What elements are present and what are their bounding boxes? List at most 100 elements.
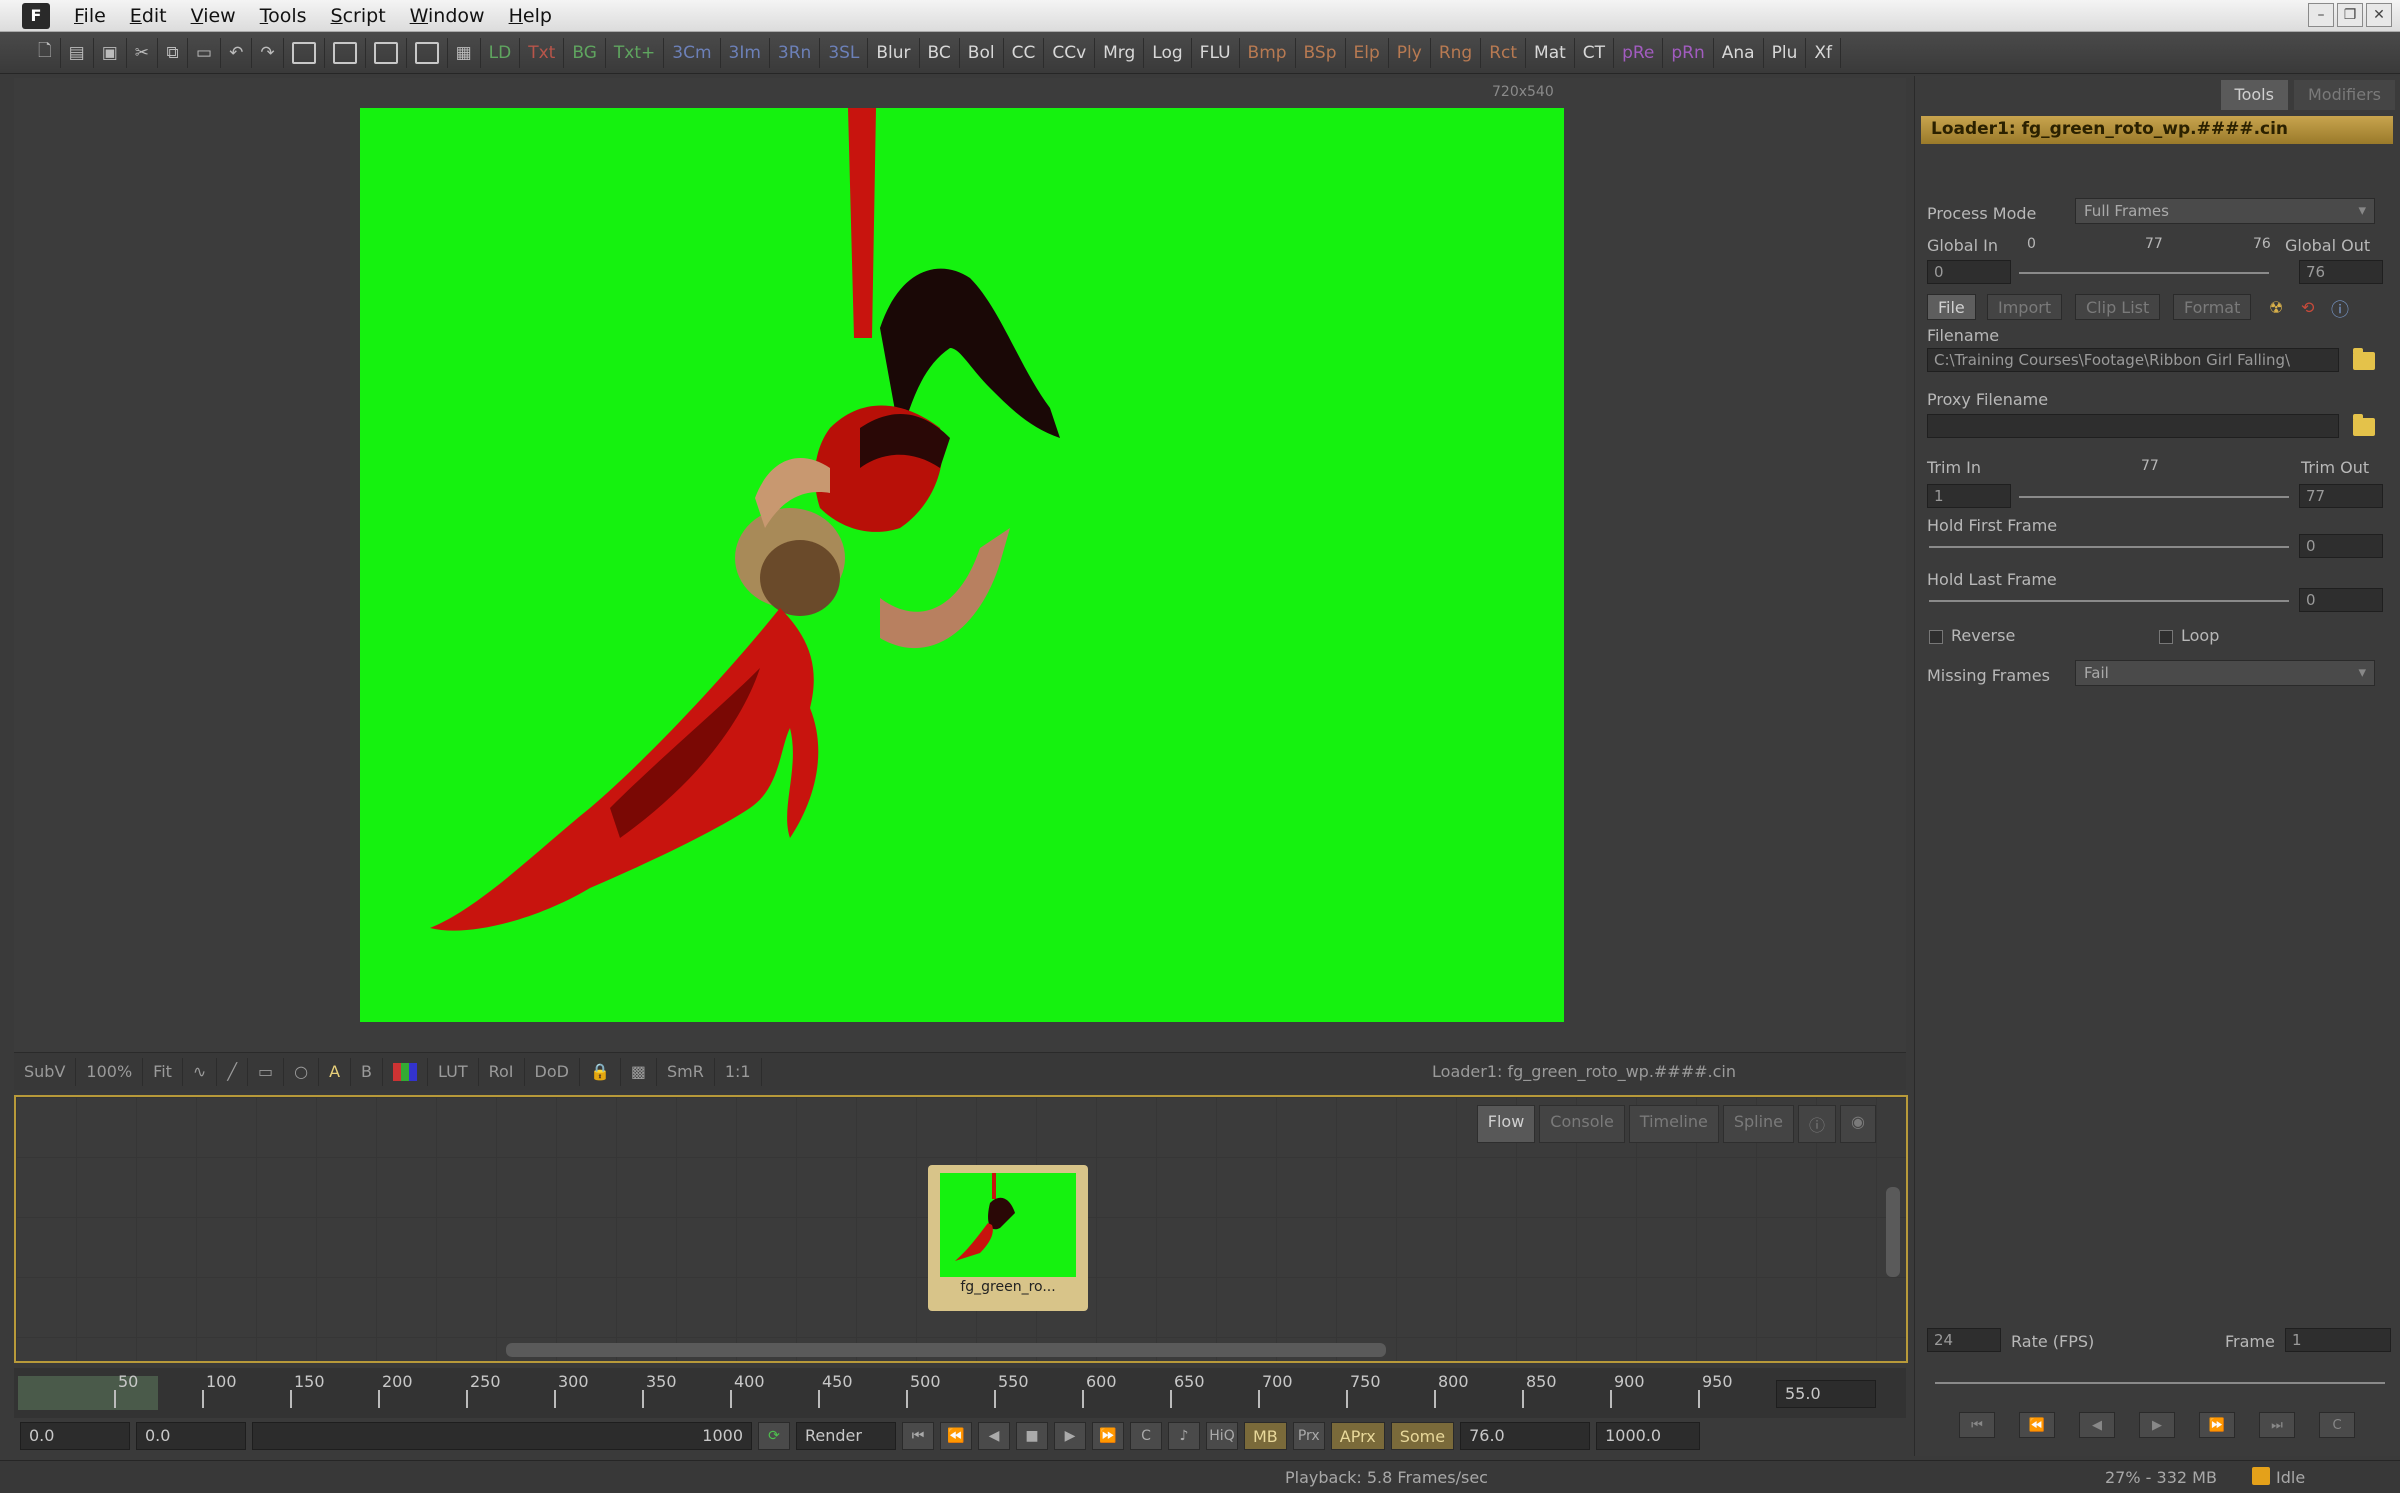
tool-rng[interactable]: Rng <box>1431 37 1482 68</box>
tool-txt-plus[interactable]: Txt+ <box>606 37 665 68</box>
tool-bsp[interactable]: BSp <box>1296 37 1346 68</box>
layout-quad-icon[interactable] <box>407 37 448 68</box>
tab-timeline[interactable]: Timeline <box>1628 1105 1719 1143</box>
panel-step-back-icon[interactable]: ⏪ <box>2019 1412 2055 1438</box>
subview-dropdown[interactable]: SubV <box>14 1057 77 1086</box>
proxy-filename-field[interactable] <box>1927 414 2339 438</box>
tool-bg[interactable]: BG <box>564 37 606 68</box>
tool-plu[interactable]: Plu <box>1764 37 1807 68</box>
global-out-field[interactable]: 76 <box>2299 260 2383 284</box>
rectangle-icon[interactable]: ▭ <box>248 1057 285 1086</box>
color-channels-icon[interactable] <box>383 1057 428 1086</box>
redo-icon[interactable]: ↷ <box>252 37 284 68</box>
tool-cc[interactable]: CC <box>1004 37 1045 68</box>
undo-icon[interactable]: ↶ <box>221 37 253 68</box>
tool-3cm[interactable]: 3Cm <box>664 37 721 68</box>
tool-rct[interactable]: Rct <box>1481 37 1527 68</box>
trim-in-field[interactable]: 1 <box>1927 484 2011 508</box>
dod-button[interactable]: DoD <box>525 1057 580 1086</box>
tool-title-bar[interactable]: Loader1: fg_green_roto_wp.####.cin <box>1921 116 2393 144</box>
render-icon[interactable]: ⟳ <box>758 1422 790 1450</box>
audio-icon[interactable]: ♪ <box>1168 1422 1200 1450</box>
loop-checkbox[interactable] <box>2159 630 2173 644</box>
menu-help[interactable]: Help <box>497 5 564 27</box>
loader-node[interactable]: fg_green_ro... <box>928 1165 1088 1311</box>
flow-panel[interactable]: Flow Console Timeline Spline ⓘ ◉ fg_gree… <box>14 1095 1908 1363</box>
time-ruler[interactable]: 50 100 150 200 250 300 350 400 450 500 550 600 650 70… <box>14 1368 1906 1418</box>
menu-window[interactable]: Window <box>398 5 497 27</box>
tool-pre[interactable]: pRe <box>1614 37 1664 68</box>
viewer-image[interactable] <box>360 108 1564 1022</box>
lut-button[interactable]: LUT <box>428 1057 479 1086</box>
filename-field[interactable]: C:\Training Courses\Footage\Ribbon Girl … <box>1927 348 2339 372</box>
checker-icon[interactable]: ▩ <box>621 1057 657 1086</box>
play-icon[interactable]: ▶ <box>1054 1422 1086 1450</box>
minimize-icon[interactable]: – <box>2308 3 2334 27</box>
tab-console[interactable]: Console <box>1539 1105 1625 1143</box>
some-button[interactable]: Some <box>1390 1422 1455 1450</box>
cut-icon[interactable]: ✂ <box>127 37 159 68</box>
current-frame-field[interactable]: 55.0 <box>1776 1380 1876 1408</box>
tool-txt[interactable]: Txt <box>520 37 565 68</box>
tab-modifiers[interactable]: Modifiers <box>2293 80 2395 110</box>
tool-elp[interactable]: Elp <box>1346 37 1389 68</box>
aprx-button[interactable]: APrx <box>1330 1422 1385 1450</box>
tool-prn[interactable]: pRn <box>1663 37 1714 68</box>
subtab-file[interactable]: File <box>1927 294 1976 320</box>
hold-first-slider[interactable] <box>1929 546 2289 548</box>
global-end2-field[interactable]: 1000.0 <box>1596 1422 1701 1450</box>
menu-file[interactable]: File <box>62 5 118 27</box>
alpha-icon[interactable]: A <box>319 1057 352 1086</box>
lock-icon[interactable]: 🔒 <box>580 1057 621 1086</box>
render-start-field[interactable]: 0.0 <box>20 1422 130 1450</box>
reset-icon[interactable]: ⟲ <box>2301 298 2314 317</box>
subtab-clip-list[interactable]: Clip List <box>2075 294 2161 320</box>
roi-button[interactable]: RoI <box>479 1057 525 1086</box>
circle-icon[interactable]: ○ <box>284 1057 320 1086</box>
menu-tools[interactable]: Tools <box>248 5 319 27</box>
menu-script[interactable]: Script <box>319 5 398 27</box>
tool-bol[interactable]: Bol <box>960 37 1004 68</box>
panel-play-reverse-icon[interactable]: ◀ <box>2079 1412 2115 1438</box>
tool-bmp[interactable]: Bmp <box>1240 37 1296 68</box>
tool-ld[interactable]: LD <box>481 37 521 68</box>
tool-blur[interactable]: Blur <box>868 37 920 68</box>
layout-single-icon[interactable] <box>284 37 325 68</box>
process-mode-dropdown[interactable]: Full Frames <box>2075 198 2375 224</box>
open-file-icon[interactable]: ▤ <box>61 37 94 68</box>
tab-tools[interactable]: Tools <box>2220 80 2288 110</box>
panel-loop-icon[interactable]: C <box>2319 1412 2355 1438</box>
step-forward-icon[interactable]: ⏩ <box>1092 1422 1124 1450</box>
tool-bc[interactable]: BC <box>920 37 960 68</box>
tool-xf[interactable]: Xf <box>1806 37 1841 68</box>
play-reverse-icon[interactable]: ◀ <box>978 1422 1010 1450</box>
tool-mrg[interactable]: Mrg <box>1095 37 1145 68</box>
paste-icon[interactable]: ▭ <box>188 37 222 68</box>
flow-horizontal-scrollbar[interactable] <box>506 1343 1386 1357</box>
panel-go-start-icon[interactable]: ⏮ <box>1959 1412 1995 1438</box>
panel-step-forward-icon[interactable]: ⏩ <box>2199 1412 2235 1438</box>
tool-flu[interactable]: FLU <box>1192 37 1240 68</box>
step-back-icon[interactable]: ⏪ <box>940 1422 972 1450</box>
tool-ct[interactable]: CT <box>1575 37 1615 68</box>
hold-last-field[interactable]: 0 <box>2299 588 2383 612</box>
trim-slider[interactable] <box>2019 496 2289 498</box>
frame-field[interactable]: 1 <box>2285 1328 2391 1352</box>
tool-ply[interactable]: Ply <box>1389 37 1431 68</box>
missing-frames-dropdown[interactable]: Fail <box>2075 660 2375 686</box>
stop-icon[interactable]: ■ <box>1016 1422 1048 1450</box>
hiq-button[interactable]: HiQ <box>1206 1422 1238 1450</box>
layout-split-icon[interactable] <box>366 37 407 68</box>
global-range-slider[interactable] <box>2019 272 2269 274</box>
tool-3sl[interactable]: 3SL <box>820 37 869 68</box>
spline-icon[interactable]: ∿ <box>183 1057 218 1086</box>
fit-button[interactable]: Fit <box>143 1057 183 1086</box>
restore-icon[interactable]: ❐ <box>2337 3 2363 27</box>
global-end-field[interactable]: 1000 <box>252 1422 752 1450</box>
tab-spline[interactable]: Spline <box>1722 1105 1795 1143</box>
subtab-import[interactable]: Import <box>1987 294 2063 320</box>
tool-ccv[interactable]: CCv <box>1044 37 1096 68</box>
new-file-icon[interactable]: 🗋 <box>30 37 61 68</box>
tool-3im[interactable]: 3Im <box>721 37 770 68</box>
tool-ana[interactable]: Ana <box>1714 37 1764 68</box>
